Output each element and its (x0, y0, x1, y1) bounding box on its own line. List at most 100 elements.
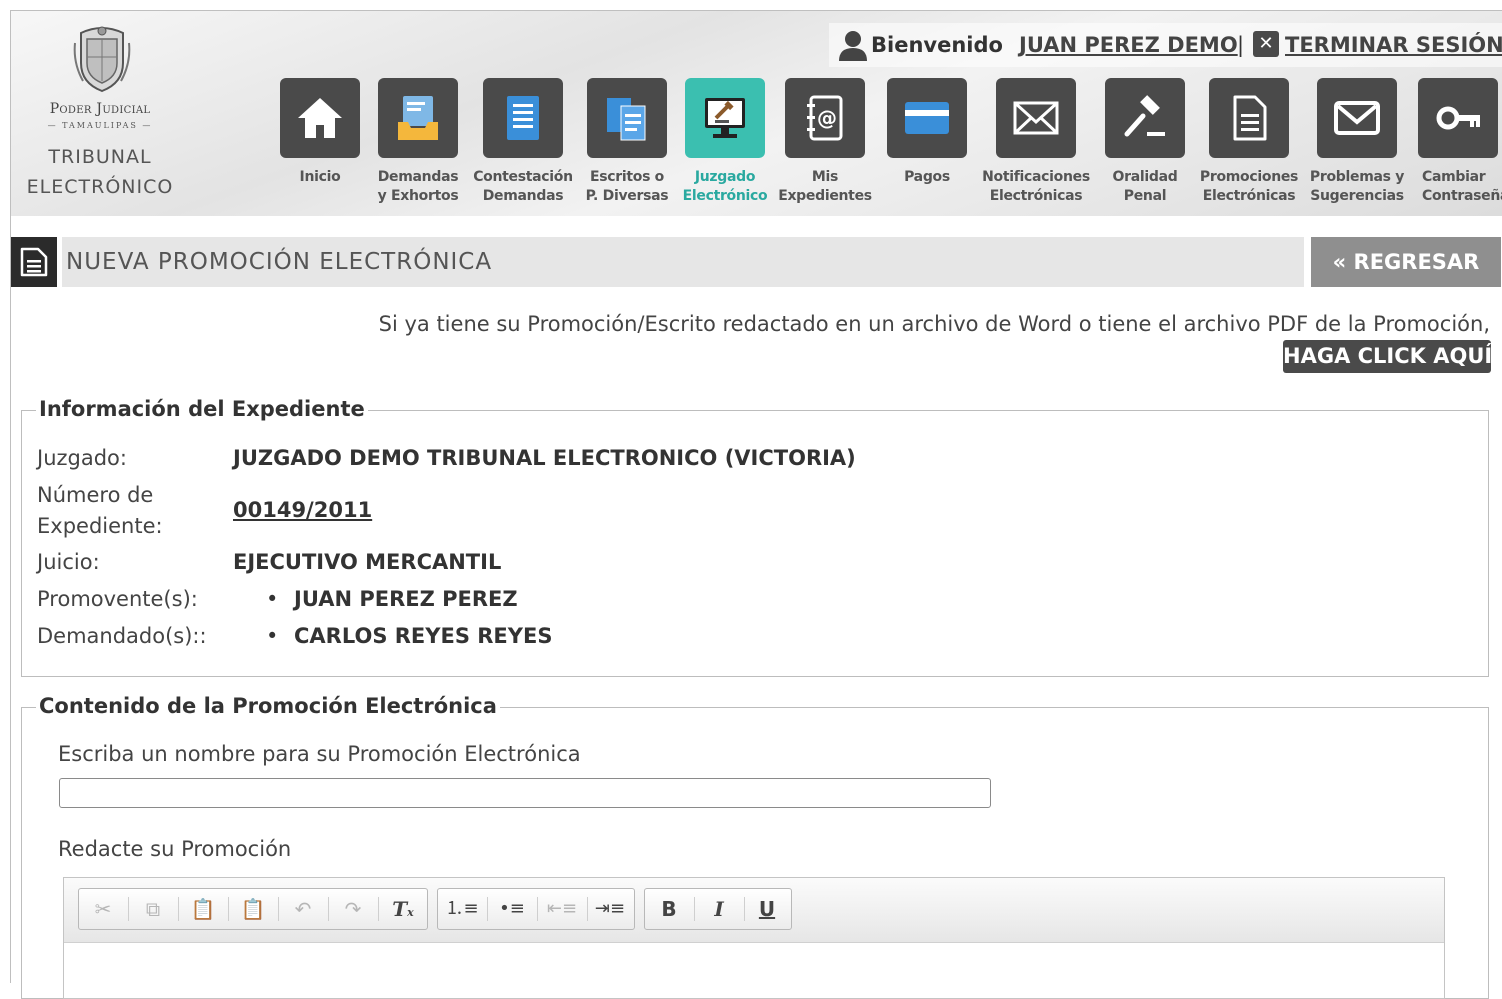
nav-mis-expedientes[interactable]: @ Mis Expedientes (778, 78, 872, 208)
numero-expediente-label-1: Número de (37, 483, 154, 507)
editor-toolbar: ✂ ⧉ 📋 📋 ↶ ↷ Tx ⒈≡ •≡ ⇤≡ ⇥≡ B I U (64, 878, 1444, 943)
nav-label: Cambiar Contraseña (1422, 169, 1502, 204)
toolbar-group-lists: ⒈≡ •≡ ⇤≡ ⇥≡ (437, 888, 635, 930)
nav-tile[interactable] (1418, 78, 1498, 158)
nav-label: Inicio (299, 169, 341, 185)
nav-label: Oralidad Penal (1112, 169, 1178, 204)
numero-expediente-label-2: Expediente: (37, 514, 163, 538)
envelope-icon (1334, 101, 1380, 135)
nav-demandas[interactable]: Demandas y Exhortos (378, 78, 473, 208)
decrease-indent-icon[interactable]: ⇤≡ (538, 889, 586, 929)
logo-poder-judicial: Poder Judicial (49, 101, 151, 117)
document-list-icon (507, 96, 539, 140)
paste-icon[interactable]: 📋 (179, 889, 227, 929)
promocion-name-input[interactable] (59, 778, 991, 808)
nav-label: Pagos (904, 169, 950, 185)
nav-label: Notificaciones Electrónicas (982, 169, 1090, 204)
welcome-text: Bienvenido (871, 33, 1003, 57)
demandado-value: CARLOS REYES REYES (294, 624, 553, 648)
nav-problemas-sugerencias[interactable]: Problemas y Sugerencias (1310, 78, 1404, 208)
promovente-value: JUAN PEREZ PEREZ (294, 587, 518, 611)
documents-icon (607, 98, 646, 141)
logo[interactable]: Poder Judicial — TAMAULIPAS — TRIBUNAL E… (11, 11, 201, 216)
nav-label: Mis Expedientes (778, 169, 872, 204)
bullet: • (266, 624, 279, 648)
nav-escritos[interactable]: Escritos o P. Diversas (586, 78, 669, 208)
nav-oralidad-penal[interactable]: Oralidad Penal (1105, 78, 1185, 208)
juicio-label: Juicio: (37, 550, 100, 574)
nav-label: Promociones Electrónicas (1199, 169, 1299, 204)
user-icon (839, 31, 867, 61)
bold-icon[interactable]: B (645, 889, 693, 929)
toolbar-group-clipboard: ✂ ⧉ 📋 📋 ↶ ↷ Tx (78, 888, 428, 930)
back-button[interactable]: « REGRESAR (1311, 237, 1501, 287)
close-icon[interactable]: ✕ (1253, 31, 1279, 57)
coat-of-arms-icon (73, 26, 131, 93)
address-book-icon: @ (807, 95, 843, 141)
numero-expediente-link[interactable]: 00149/2011 (233, 498, 372, 522)
nav-tile[interactable] (1209, 78, 1289, 158)
nav-tile[interactable] (1105, 78, 1185, 158)
paste-from-word-icon[interactable]: 📋 (229, 889, 277, 929)
logo-tamaulipas: — TAMAULIPAS — (47, 121, 153, 130)
nav-label: Demandas y Exhortos (377, 169, 459, 204)
svg-text:@: @ (817, 106, 837, 130)
nav-label: Juzgado Electrónico (682, 169, 768, 204)
nav-tile[interactable] (587, 78, 667, 158)
nav-pagos[interactable]: Pagos (887, 78, 967, 208)
demandado-label: Demandado(s):: (37, 624, 207, 648)
underline-icon[interactable]: U (743, 889, 791, 929)
nav-tile[interactable] (280, 78, 360, 158)
nav-contestacion[interactable]: Contestación Demandas (473, 78, 573, 208)
cut-icon[interactable]: ✂ (79, 889, 127, 929)
nav-inicio[interactable]: Inicio (280, 78, 360, 208)
nav-tile[interactable] (483, 78, 563, 158)
nav-tile-active[interactable] (685, 78, 765, 158)
user-bar: Bienvenido JUAN PEREZ DEMO | ✕ TERMINAR … (829, 23, 1502, 67)
nav-label: Escritos o P. Diversas (585, 169, 669, 204)
gavel-icon (1124, 95, 1165, 137)
credit-card-icon (905, 102, 949, 134)
numbered-list-icon[interactable]: ⒈≡ (438, 889, 486, 929)
nav-juzgado-electronico[interactable]: Juzgado Electrónico (683, 78, 768, 208)
nav-tile[interactable] (378, 78, 458, 158)
increase-indent-icon[interactable]: ⇥≡ (586, 889, 634, 929)
nav-tile[interactable] (887, 78, 967, 158)
site-header: Poder Judicial — TAMAULIPAS — TRIBUNAL E… (11, 11, 1502, 216)
gavel-monitor-icon (705, 98, 745, 138)
logo-tribunal: TRIBUNAL (48, 146, 152, 168)
nav-tile[interactable]: @ (785, 78, 865, 158)
user-bar-separator: | (1237, 33, 1245, 57)
nav-label: Contestación Demandas (473, 169, 573, 204)
copy-icon[interactable]: ⧉ (129, 889, 177, 929)
nav-tile[interactable] (1317, 78, 1397, 158)
undo-icon[interactable]: ↶ (279, 889, 327, 929)
page-title-bar: NUEVA PROMOCIÓN ELECTRÓNICA (62, 237, 1304, 287)
inbox-tray-icon (398, 96, 438, 140)
italic-icon[interactable]: I (695, 889, 743, 929)
click-here-button[interactable]: HAGA CLICK AQUÍ (1283, 340, 1492, 373)
key-icon (1436, 106, 1480, 130)
bulleted-list-icon[interactable]: •≡ (488, 889, 536, 929)
remove-format-icon[interactable]: Tx (379, 889, 427, 929)
logout-link[interactable]: TERMINAR SESIÓN (1285, 33, 1502, 57)
nav-promociones[interactable]: Promociones Electrónicas (1200, 78, 1298, 208)
nav-cambiar-contrasena[interactable]: Cambiar Contraseña (1418, 78, 1502, 208)
home-icon (298, 98, 342, 138)
page-title: NUEVA PROMOCIÓN ELECTRÓNICA (66, 249, 493, 275)
redo-icon[interactable]: ↷ (329, 889, 377, 929)
juicio-value: EJECUTIVO MERCANTIL (233, 550, 502, 574)
bullet: • (266, 587, 279, 611)
rich-text-editor[interactable]: ✂ ⧉ 📋 📋 ↶ ↷ Tx ⒈≡ •≡ ⇤≡ ⇥≡ B I U (63, 877, 1445, 999)
editor-label: Redacte su Promoción (58, 837, 292, 861)
promovente-label: Promovente(s): (37, 587, 198, 611)
expediente-legend: Información del Expediente (36, 397, 368, 421)
promocion-name-label: Escriba un nombre para su Promoción Elec… (58, 742, 581, 766)
contenido-legend: Contenido de la Promoción Electrónica (36, 694, 500, 718)
username-link[interactable]: JUAN PEREZ DEMO (1019, 33, 1238, 57)
nav-notificaciones[interactable]: Notificaciones Electrónicas (982, 78, 1090, 208)
file-text-icon (1233, 95, 1267, 141)
juzgado-label: Juzgado: (37, 446, 127, 470)
envelope-open-icon (1013, 101, 1059, 135)
nav-tile[interactable] (996, 78, 1076, 158)
